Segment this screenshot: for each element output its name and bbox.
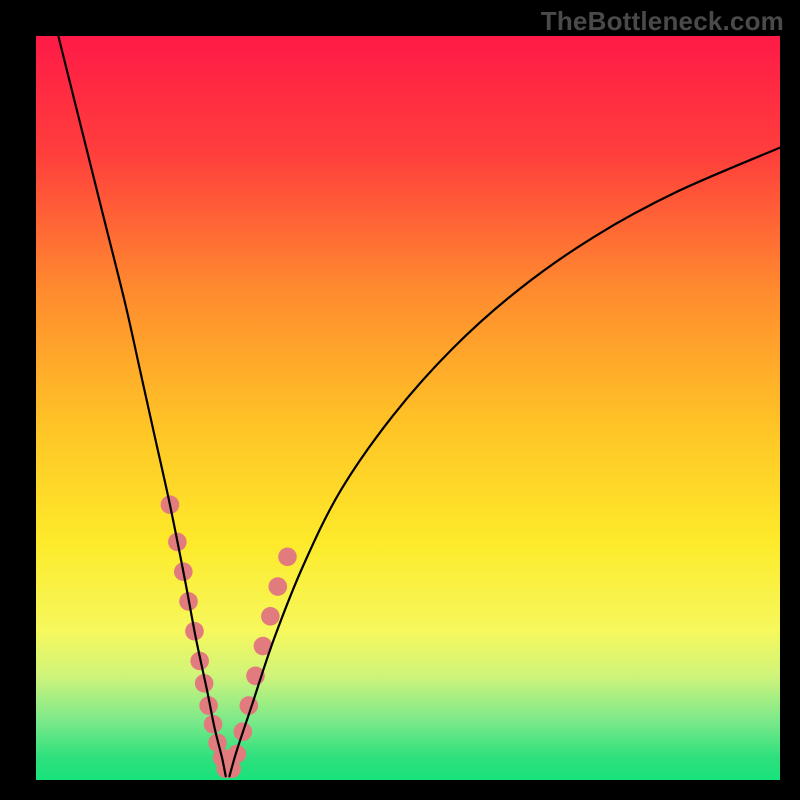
curve-right <box>229 148 780 777</box>
chart-svg <box>36 36 780 780</box>
plot-area <box>36 36 780 780</box>
curve-left <box>58 36 225 776</box>
watermark-text: TheBottleneck.com <box>541 6 784 37</box>
marker-layer <box>161 495 297 778</box>
marker-point <box>269 577 288 596</box>
marker-point <box>261 607 280 626</box>
marker-point <box>278 548 297 567</box>
outer-frame: TheBottleneck.com <box>0 0 800 800</box>
